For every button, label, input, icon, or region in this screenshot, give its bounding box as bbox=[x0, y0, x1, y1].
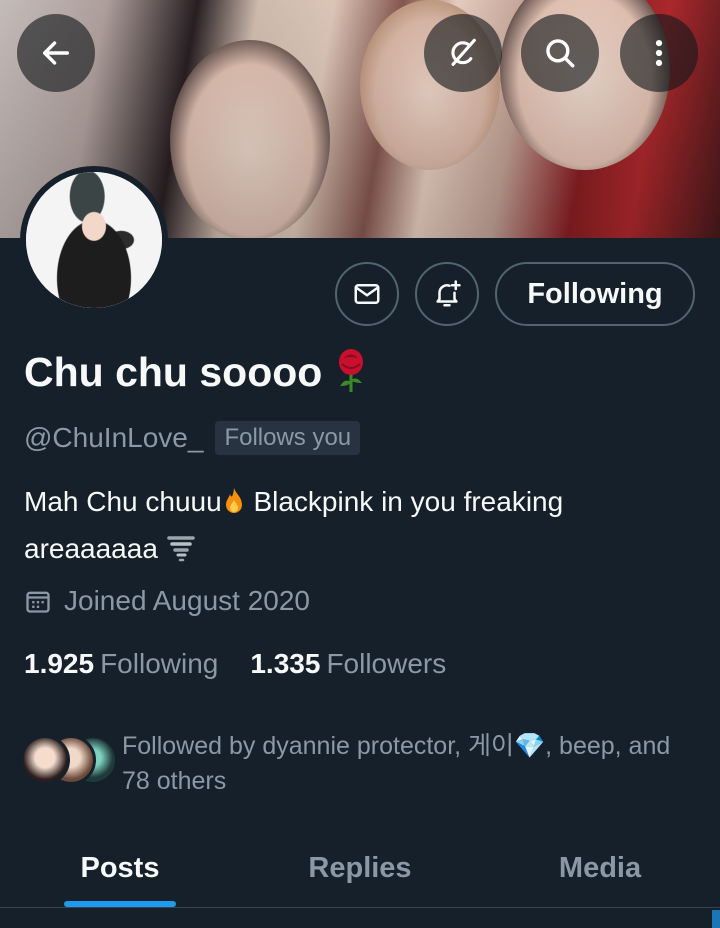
search-icon bbox=[546, 39, 575, 68]
rose-emoji-icon bbox=[336, 348, 366, 392]
message-button[interactable] bbox=[335, 262, 399, 326]
bell-plus-icon bbox=[436, 280, 461, 307]
active-tab-indicator bbox=[64, 901, 176, 907]
more-vertical-icon bbox=[655, 39, 663, 67]
bio-text: Mah Chu chuuu bbox=[24, 486, 222, 517]
arrow-left-icon bbox=[42, 41, 70, 65]
fire-emoji-icon bbox=[222, 486, 246, 528]
tab-label: Media bbox=[558, 852, 642, 884]
content-start bbox=[0, 908, 720, 928]
followers-count: 1.335 bbox=[250, 648, 321, 679]
followed-by-row[interactable]: Followed by dyannie protector, 게이💎, beep… bbox=[20, 729, 682, 799]
profile-avatar[interactable] bbox=[20, 166, 168, 314]
tab-label: Replies bbox=[308, 852, 412, 884]
grok-icon bbox=[451, 38, 476, 66]
joined-text: Joined August 2020 bbox=[64, 585, 310, 616]
handle-row: @ChuInLove_ Follows you bbox=[24, 421, 361, 455]
notifications-button[interactable] bbox=[415, 262, 479, 326]
following-stat[interactable]: 1.925 Following bbox=[24, 648, 218, 680]
more-options-button[interactable] bbox=[620, 14, 698, 92]
follower-avatars bbox=[20, 729, 122, 785]
tornado-emoji-icon bbox=[166, 533, 196, 575]
calendar-icon bbox=[26, 591, 50, 613]
follows-you-badge: Follows you bbox=[215, 421, 361, 455]
following-count: 1.925 bbox=[24, 648, 95, 679]
scrollbar[interactable] bbox=[712, 910, 720, 928]
following-button[interactable]: Following bbox=[495, 262, 695, 326]
joined-date: Joined August 2020 bbox=[24, 585, 310, 617]
followed-by-text: Followed by dyannie protector, 게이💎, beep… bbox=[122, 732, 671, 795]
followers-label: Followers bbox=[326, 648, 447, 679]
avatar bbox=[20, 735, 70, 785]
display-name-text: Chu chu soooo bbox=[24, 349, 323, 395]
grok-button[interactable] bbox=[424, 14, 502, 92]
avatar-photo bbox=[26, 172, 162, 308]
tab-replies[interactable]: Replies bbox=[240, 830, 480, 907]
back-button[interactable] bbox=[17, 14, 95, 92]
profile-tabs: Posts Replies Media bbox=[0, 830, 720, 908]
tab-posts[interactable]: Posts bbox=[0, 830, 240, 907]
follow-stats: 1.925 Following 1.335 Followers bbox=[24, 648, 478, 680]
followers-stat[interactable]: 1.335 Followers bbox=[250, 648, 446, 680]
tab-media[interactable]: Media bbox=[480, 830, 720, 907]
username-handle: @ChuInLove_ bbox=[24, 422, 204, 453]
display-name: Chu chu soooo bbox=[24, 348, 366, 396]
envelope-icon bbox=[354, 284, 380, 304]
search-button[interactable] bbox=[521, 14, 599, 92]
profile-bio: Mah Chu chuuu Blackpink in you freaking … bbox=[24, 481, 684, 575]
tab-label: Posts bbox=[80, 852, 160, 884]
following-label: Following bbox=[100, 648, 219, 679]
